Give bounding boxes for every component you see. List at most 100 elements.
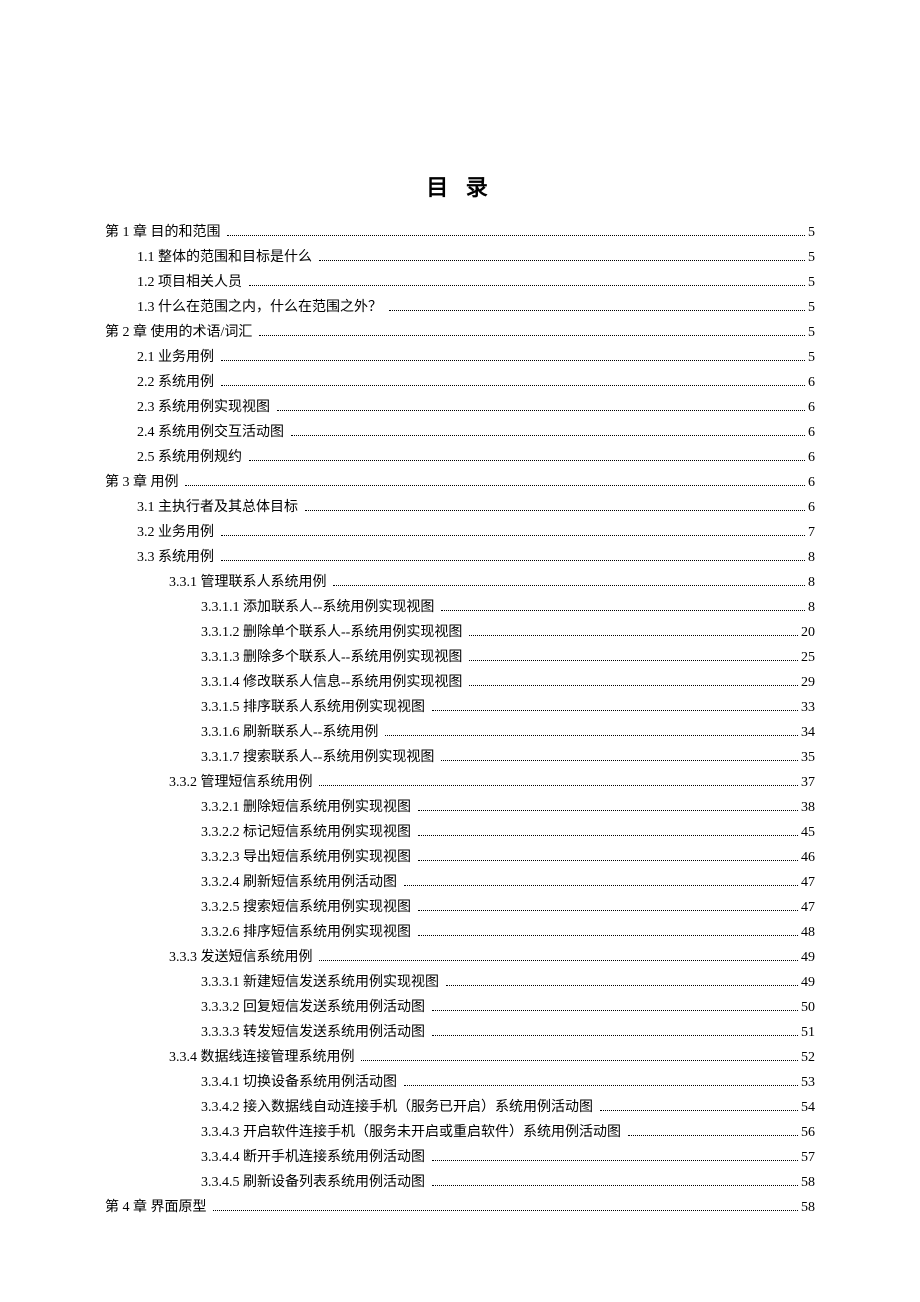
toc-entry-label: 2.1 业务用例 bbox=[137, 345, 218, 370]
toc-entry[interactable]: 2.1 业务用例 5 bbox=[105, 345, 815, 370]
toc-entry[interactable]: 1.1 整体的范围和目标是什么 5 bbox=[105, 245, 815, 270]
toc-leader-dots bbox=[259, 335, 805, 336]
toc-entry-label: 3.3.2.5 搜索短信系统用例实现视图 bbox=[201, 895, 415, 920]
toc-entry-page: 7 bbox=[808, 520, 815, 545]
toc-entry[interactable]: 3.3.2.5 搜索短信系统用例实现视图 47 bbox=[105, 895, 815, 920]
toc-entry[interactable]: 3.3 系统用例 8 bbox=[105, 545, 815, 570]
toc-entry[interactable]: 3.3.2.3 导出短信系统用例实现视图 46 bbox=[105, 845, 815, 870]
toc-leader-dots bbox=[389, 310, 806, 311]
toc-entry[interactable]: 3.3.3.1 新建短信发送系统用例实现视图 49 bbox=[105, 970, 815, 995]
toc-entry[interactable]: 3.3.1.7 搜索联系人--系统用例实现视图 35 bbox=[105, 745, 815, 770]
toc-entry[interactable]: 3.3.2 管理短信系统用例 37 bbox=[105, 770, 815, 795]
toc-entry[interactable]: 2.3 系统用例实现视图 6 bbox=[105, 395, 815, 420]
toc-entry[interactable]: 第 2 章 使用的术语/词汇 5 bbox=[105, 320, 815, 345]
toc-entry-label: 第 1 章 目的和范围 bbox=[105, 220, 224, 245]
toc-entry-label: 3.3.3.3 转发短信发送系统用例活动图 bbox=[201, 1020, 429, 1045]
toc-entry[interactable]: 3.3.1.2 删除单个联系人--系统用例实现视图 20 bbox=[105, 620, 815, 645]
toc-leader-dots bbox=[418, 860, 799, 861]
toc-entry[interactable]: 3.3.2.4 刷新短信系统用例活动图 47 bbox=[105, 870, 815, 895]
toc-entry-label: 3.3 系统用例 bbox=[137, 545, 218, 570]
toc-leader-dots bbox=[432, 1035, 799, 1036]
toc-leader-dots bbox=[249, 460, 806, 461]
toc-entry[interactable]: 3.3.4.5 刷新设备列表系统用例活动图 58 bbox=[105, 1170, 815, 1195]
toc-entry-label: 3.3.2.1 删除短信系统用例实现视图 bbox=[201, 795, 415, 820]
toc-entry-page: 49 bbox=[801, 970, 815, 995]
toc-container: 第 1 章 目的和范围 51.1 整体的范围和目标是什么 51.2 项目相关人员… bbox=[105, 220, 815, 1220]
toc-title: 目 录 bbox=[105, 170, 815, 202]
toc-entry-page: 6 bbox=[808, 470, 815, 495]
toc-entry[interactable]: 3.3.4 数据线连接管理系统用例 52 bbox=[105, 1045, 815, 1070]
toc-entry[interactable]: 3.2 业务用例 7 bbox=[105, 520, 815, 545]
toc-entry-label: 3.1 主执行者及其总体目标 bbox=[137, 495, 302, 520]
toc-entry[interactable]: 3.3.1.1 添加联系人--系统用例实现视图 8 bbox=[105, 595, 815, 620]
toc-leader-dots bbox=[227, 235, 805, 236]
toc-leader-dots bbox=[418, 835, 799, 836]
toc-leader-dots bbox=[441, 760, 798, 761]
toc-entry[interactable]: 3.3.4.2 接入数据线自动连接手机（服务已开启）系统用例活动图 54 bbox=[105, 1095, 815, 1120]
toc-entry-page: 34 bbox=[801, 720, 815, 745]
toc-entry[interactable]: 3.3.2.6 排序短信系统用例实现视图 48 bbox=[105, 920, 815, 945]
toc-entry[interactable]: 3.3.4.3 开启软件连接手机（服务未开启或重启软件）系统用例活动图 56 bbox=[105, 1120, 815, 1145]
toc-leader-dots bbox=[441, 610, 805, 611]
toc-entry[interactable]: 3.3.4.4 断开手机连接系统用例活动图 57 bbox=[105, 1145, 815, 1170]
toc-entry[interactable]: 2.4 系统用例交互活动图 6 bbox=[105, 420, 815, 445]
toc-entry-page: 20 bbox=[801, 620, 815, 645]
toc-entry-label: 3.3.1.3 删除多个联系人--系统用例实现视图 bbox=[201, 645, 466, 670]
toc-leader-dots bbox=[333, 585, 805, 586]
toc-entry-label: 3.3.1.5 排序联系人系统用例实现视图 bbox=[201, 695, 429, 720]
toc-entry[interactable]: 3.3.2.2 标记短信系统用例实现视图 45 bbox=[105, 820, 815, 845]
toc-entry-page: 6 bbox=[808, 370, 815, 395]
toc-leader-dots bbox=[600, 1110, 799, 1111]
toc-entry[interactable]: 1.2 项目相关人员 5 bbox=[105, 270, 815, 295]
toc-entry-label: 3.3.3 发送短信系统用例 bbox=[169, 945, 316, 970]
toc-entry-label: 3.3.4.2 接入数据线自动连接手机（服务已开启）系统用例活动图 bbox=[201, 1095, 597, 1120]
toc-entry[interactable]: 3.3.3.3 转发短信发送系统用例活动图 51 bbox=[105, 1020, 815, 1045]
toc-entry-page: 47 bbox=[801, 895, 815, 920]
toc-entry-page: 29 bbox=[801, 670, 815, 695]
toc-entry-page: 54 bbox=[801, 1095, 815, 1120]
toc-entry[interactable]: 2.2 系统用例 6 bbox=[105, 370, 815, 395]
toc-entry[interactable]: 第 1 章 目的和范围 5 bbox=[105, 220, 815, 245]
toc-entry[interactable]: 2.5 系统用例规约 6 bbox=[105, 445, 815, 470]
toc-entry[interactable]: 3.3.1 管理联系人系统用例 8 bbox=[105, 570, 815, 595]
toc-leader-dots bbox=[432, 1010, 799, 1011]
toc-entry-page: 6 bbox=[808, 420, 815, 445]
toc-entry-label: 3.2 业务用例 bbox=[137, 520, 218, 545]
toc-leader-dots bbox=[361, 1060, 798, 1061]
toc-entry-page: 8 bbox=[808, 545, 815, 570]
toc-entry[interactable]: 3.3.2.1 删除短信系统用例实现视图 38 bbox=[105, 795, 815, 820]
toc-entry[interactable]: 3.3.1.3 删除多个联系人--系统用例实现视图 25 bbox=[105, 645, 815, 670]
toc-entry-label: 3.3.1.6 刷新联系人--系统用例 bbox=[201, 720, 382, 745]
toc-entry-label: 3.3.2.6 排序短信系统用例实现视图 bbox=[201, 920, 415, 945]
toc-entry-page: 51 bbox=[801, 1020, 815, 1045]
toc-entry[interactable]: 3.3.1.5 排序联系人系统用例实现视图 33 bbox=[105, 695, 815, 720]
toc-entry[interactable]: 3.3.1.6 刷新联系人--系统用例 34 bbox=[105, 720, 815, 745]
toc-leader-dots bbox=[319, 785, 798, 786]
toc-entry-page: 5 bbox=[808, 295, 815, 320]
toc-leader-dots bbox=[418, 910, 799, 911]
toc-entry-label: 3.3.4.5 刷新设备列表系统用例活动图 bbox=[201, 1170, 429, 1195]
toc-entry[interactable]: 3.1 主执行者及其总体目标 6 bbox=[105, 495, 815, 520]
toc-entry-label: 3.3.2.4 刷新短信系统用例活动图 bbox=[201, 870, 401, 895]
toc-entry[interactable]: 3.3.3.2 回复短信发送系统用例活动图 50 bbox=[105, 995, 815, 1020]
toc-entry-page: 35 bbox=[801, 745, 815, 770]
toc-entry[interactable]: 3.3.4.1 切换设备系统用例活动图 53 bbox=[105, 1070, 815, 1095]
toc-leader-dots bbox=[446, 985, 799, 986]
toc-entry[interactable]: 3.3.3 发送短信系统用例 49 bbox=[105, 945, 815, 970]
toc-entry[interactable]: 第 4 章 界面原型 58 bbox=[105, 1195, 815, 1220]
toc-entry-page: 33 bbox=[801, 695, 815, 720]
toc-entry-label: 1.1 整体的范围和目标是什么 bbox=[137, 245, 316, 270]
toc-entry-label: 3.3.2 管理短信系统用例 bbox=[169, 770, 316, 795]
toc-entry[interactable]: 3.3.1.4 修改联系人信息--系统用例实现视图 29 bbox=[105, 670, 815, 695]
toc-entry-page: 8 bbox=[808, 595, 815, 620]
toc-leader-dots bbox=[404, 885, 799, 886]
toc-leader-dots bbox=[418, 935, 799, 936]
toc-entry-page: 53 bbox=[801, 1070, 815, 1095]
toc-leader-dots bbox=[305, 510, 806, 511]
toc-entry[interactable]: 第 3 章 用例 6 bbox=[105, 470, 815, 495]
toc-entry-page: 49 bbox=[801, 945, 815, 970]
toc-entry-page: 5 bbox=[808, 345, 815, 370]
toc-entry[interactable]: 1.3 什么在范围之内，什么在范围之外？ 5 bbox=[105, 295, 815, 320]
toc-entry-label: 3.3.4.3 开启软件连接手机（服务未开启或重启软件）系统用例活动图 bbox=[201, 1120, 625, 1145]
toc-entry-label: 2.3 系统用例实现视图 bbox=[137, 395, 274, 420]
